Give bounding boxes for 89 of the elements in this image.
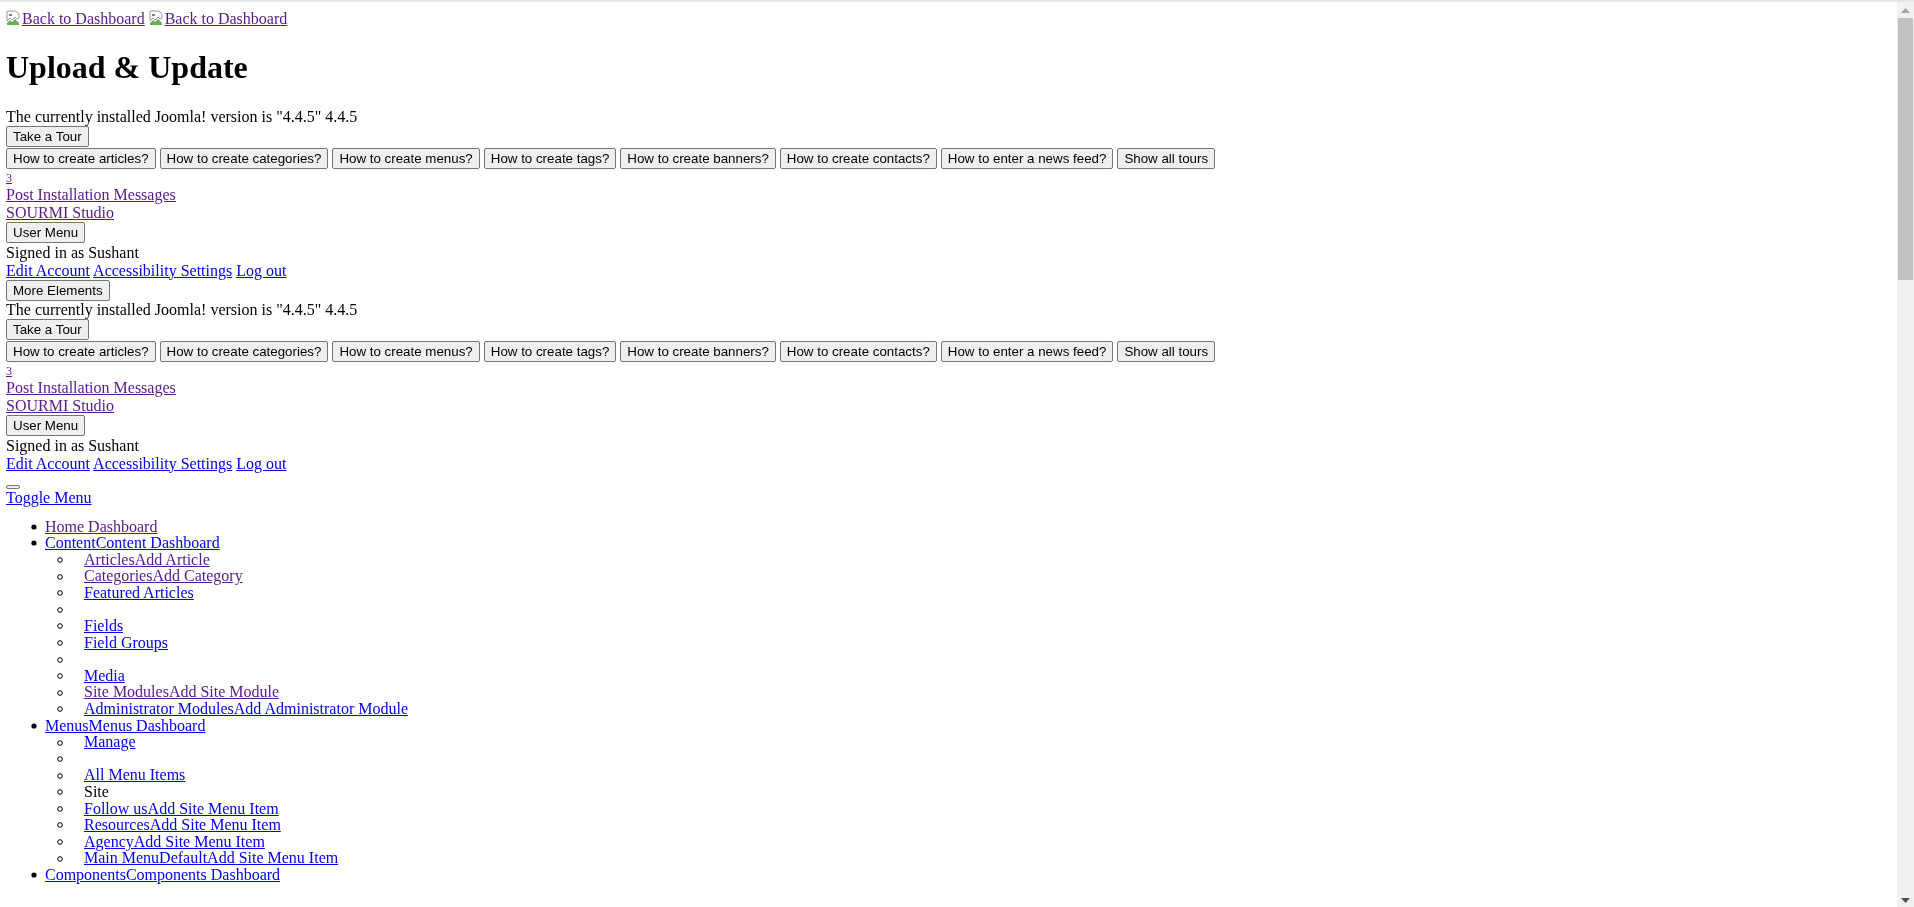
take-tour-button[interactable]: Take a Tour (6, 319, 89, 340)
menu-heading: Site (84, 784, 109, 801)
tour-button[interactable]: How to create banners? (620, 147, 776, 169)
bullet-icon (57, 689, 63, 696)
site-link[interactable]: SOURMI Studio (6, 204, 115, 221)
user-link[interactable]: Edit Account (6, 454, 90, 472)
more-elements-button[interactable]: More Elements (6, 279, 110, 301)
bullet-icon (57, 739, 63, 746)
menu-link[interactable]: ContentContent Dashboard (45, 535, 220, 552)
menu-link[interactable]: Featured Articles (84, 584, 194, 602)
tour-button[interactable]: How to create tags? (483, 147, 617, 169)
bullet-icon (31, 523, 37, 530)
tour-button[interactable]: How to create categories? (159, 147, 329, 169)
tour-button[interactable]: How to enter a news feed? (940, 147, 1114, 169)
tour-button[interactable]: How to create contacts? (779, 147, 937, 169)
bullet-icon (57, 673, 63, 680)
message-count-link[interactable]: 3 (6, 364, 12, 378)
menu-link[interactable]: Follow usAdd Site Menu Item (84, 800, 279, 818)
bullet-icon (31, 722, 37, 729)
bullet-icon (57, 756, 63, 763)
menu-link[interactable]: Administrator ModulesAdd Administrator Module (84, 701, 408, 718)
menu-link[interactable]: ComponentsComponents Dashboard (45, 866, 281, 884)
broken-image-icon (148, 10, 165, 26)
bullet-icon (57, 855, 63, 862)
post-installation-messages-link[interactable]: Post Installation Messages (6, 379, 176, 396)
menu-link[interactable]: Media (84, 667, 125, 685)
site-link[interactable]: SOURMI Studio (6, 397, 115, 414)
bullet-icon (57, 606, 63, 613)
bullet-icon (31, 540, 37, 547)
bullet-icon (57, 789, 63, 796)
broken-image-icon (6, 10, 22, 26)
menu-link[interactable]: Home Dashboard (45, 518, 158, 536)
version-text: The currently installed Joomla! version is "4.4.5" 4.4.5 (6, 301, 358, 318)
user-link[interactable]: Edit Account (6, 261, 90, 279)
take-tour-button[interactable]: Take a Tour (6, 126, 89, 147)
bullet-icon (57, 656, 63, 663)
tour-button[interactable]: How to create banners? (620, 340, 776, 362)
tour-button[interactable]: How to enter a news feed? (940, 340, 1114, 362)
page-title: Upload & Update (6, 49, 249, 86)
bullet-icon (57, 822, 63, 829)
menu-link[interactable]: Manage (84, 734, 136, 751)
user-link[interactable]: Accessibility Settings (93, 261, 233, 279)
tour-button[interactable]: How to create contacts? (779, 340, 937, 362)
tour-button[interactable]: How to create categories? (159, 340, 329, 362)
bullet-icon (57, 573, 63, 580)
menu-link[interactable]: AgencyAdd Site Menu Item (84, 833, 265, 851)
menu-link[interactable]: CategoriesAdd Category (84, 568, 243, 585)
toggle-menu-link[interactable]: Toggle Menu (6, 488, 92, 506)
signed-in-text: Signed in as Sushant (6, 436, 139, 454)
scrollbar-thumb[interactable] (1898, 18, 1913, 280)
post-installation-messages-link[interactable]: Post Installation Messages (6, 186, 176, 203)
tour-button[interactable]: How to create menus? (332, 340, 480, 362)
user-menu-button[interactable]: User Menu (6, 222, 86, 243)
menu-link[interactable]: MenusMenus Dashboard (45, 717, 206, 735)
tour-button[interactable]: How to create articles? (6, 147, 156, 169)
bullet-icon (57, 623, 63, 630)
bullet-icon (57, 772, 63, 779)
scroll-up-icon (1901, 8, 1910, 13)
message-count-link[interactable]: 3 (6, 171, 12, 185)
bullet-icon (31, 872, 37, 879)
tour-button[interactable]: Show all tours (1117, 147, 1216, 169)
menu-link[interactable]: Field Groups (84, 634, 168, 652)
user-menu-button[interactable]: User Menu (6, 415, 86, 436)
tour-button[interactable]: Show all tours (1117, 340, 1216, 362)
bullet-icon (57, 839, 63, 846)
menu-link[interactable]: All Menu Items (84, 767, 186, 784)
bullet-icon (57, 557, 63, 563)
tour-button[interactable]: How to create menus? (332, 147, 480, 169)
version-text: The currently installed Joomla! version is "4.4.5" 4.4.5 (6, 108, 358, 125)
menu-link[interactable]: Site ModulesAdd Site Module (84, 684, 280, 702)
user-link[interactable]: Log out (236, 261, 287, 279)
scrollbar[interactable] (1897, 2, 1914, 907)
scroll-down-icon (1901, 898, 1910, 903)
bullet-icon (57, 590, 63, 597)
menu-link[interactable]: Fields (84, 618, 124, 635)
menu-link[interactable]: Main MenuDefaultAdd Site Menu Item (84, 850, 339, 867)
bullet-icon (57, 706, 63, 713)
tour-button[interactable]: How to create tags? (483, 340, 617, 362)
user-link[interactable]: Accessibility Settings (93, 454, 233, 472)
back-to-dashboard-link[interactable]: Back to Dashboard (148, 10, 288, 27)
bullet-icon (57, 805, 63, 812)
toggle-button[interactable] (6, 484, 20, 489)
back-to-dashboard-link[interactable]: Back to Dashboard (6, 10, 145, 27)
user-link[interactable]: Log out (236, 454, 287, 472)
bullet-icon (57, 639, 63, 646)
menu-link[interactable]: ArticlesAdd Article (84, 551, 210, 569)
tour-button[interactable]: How to create articles? (6, 340, 156, 362)
menu-link[interactable]: ResourcesAdd Site Menu Item (84, 817, 281, 834)
signed-in-text: Signed in as Sushant (6, 243, 139, 261)
